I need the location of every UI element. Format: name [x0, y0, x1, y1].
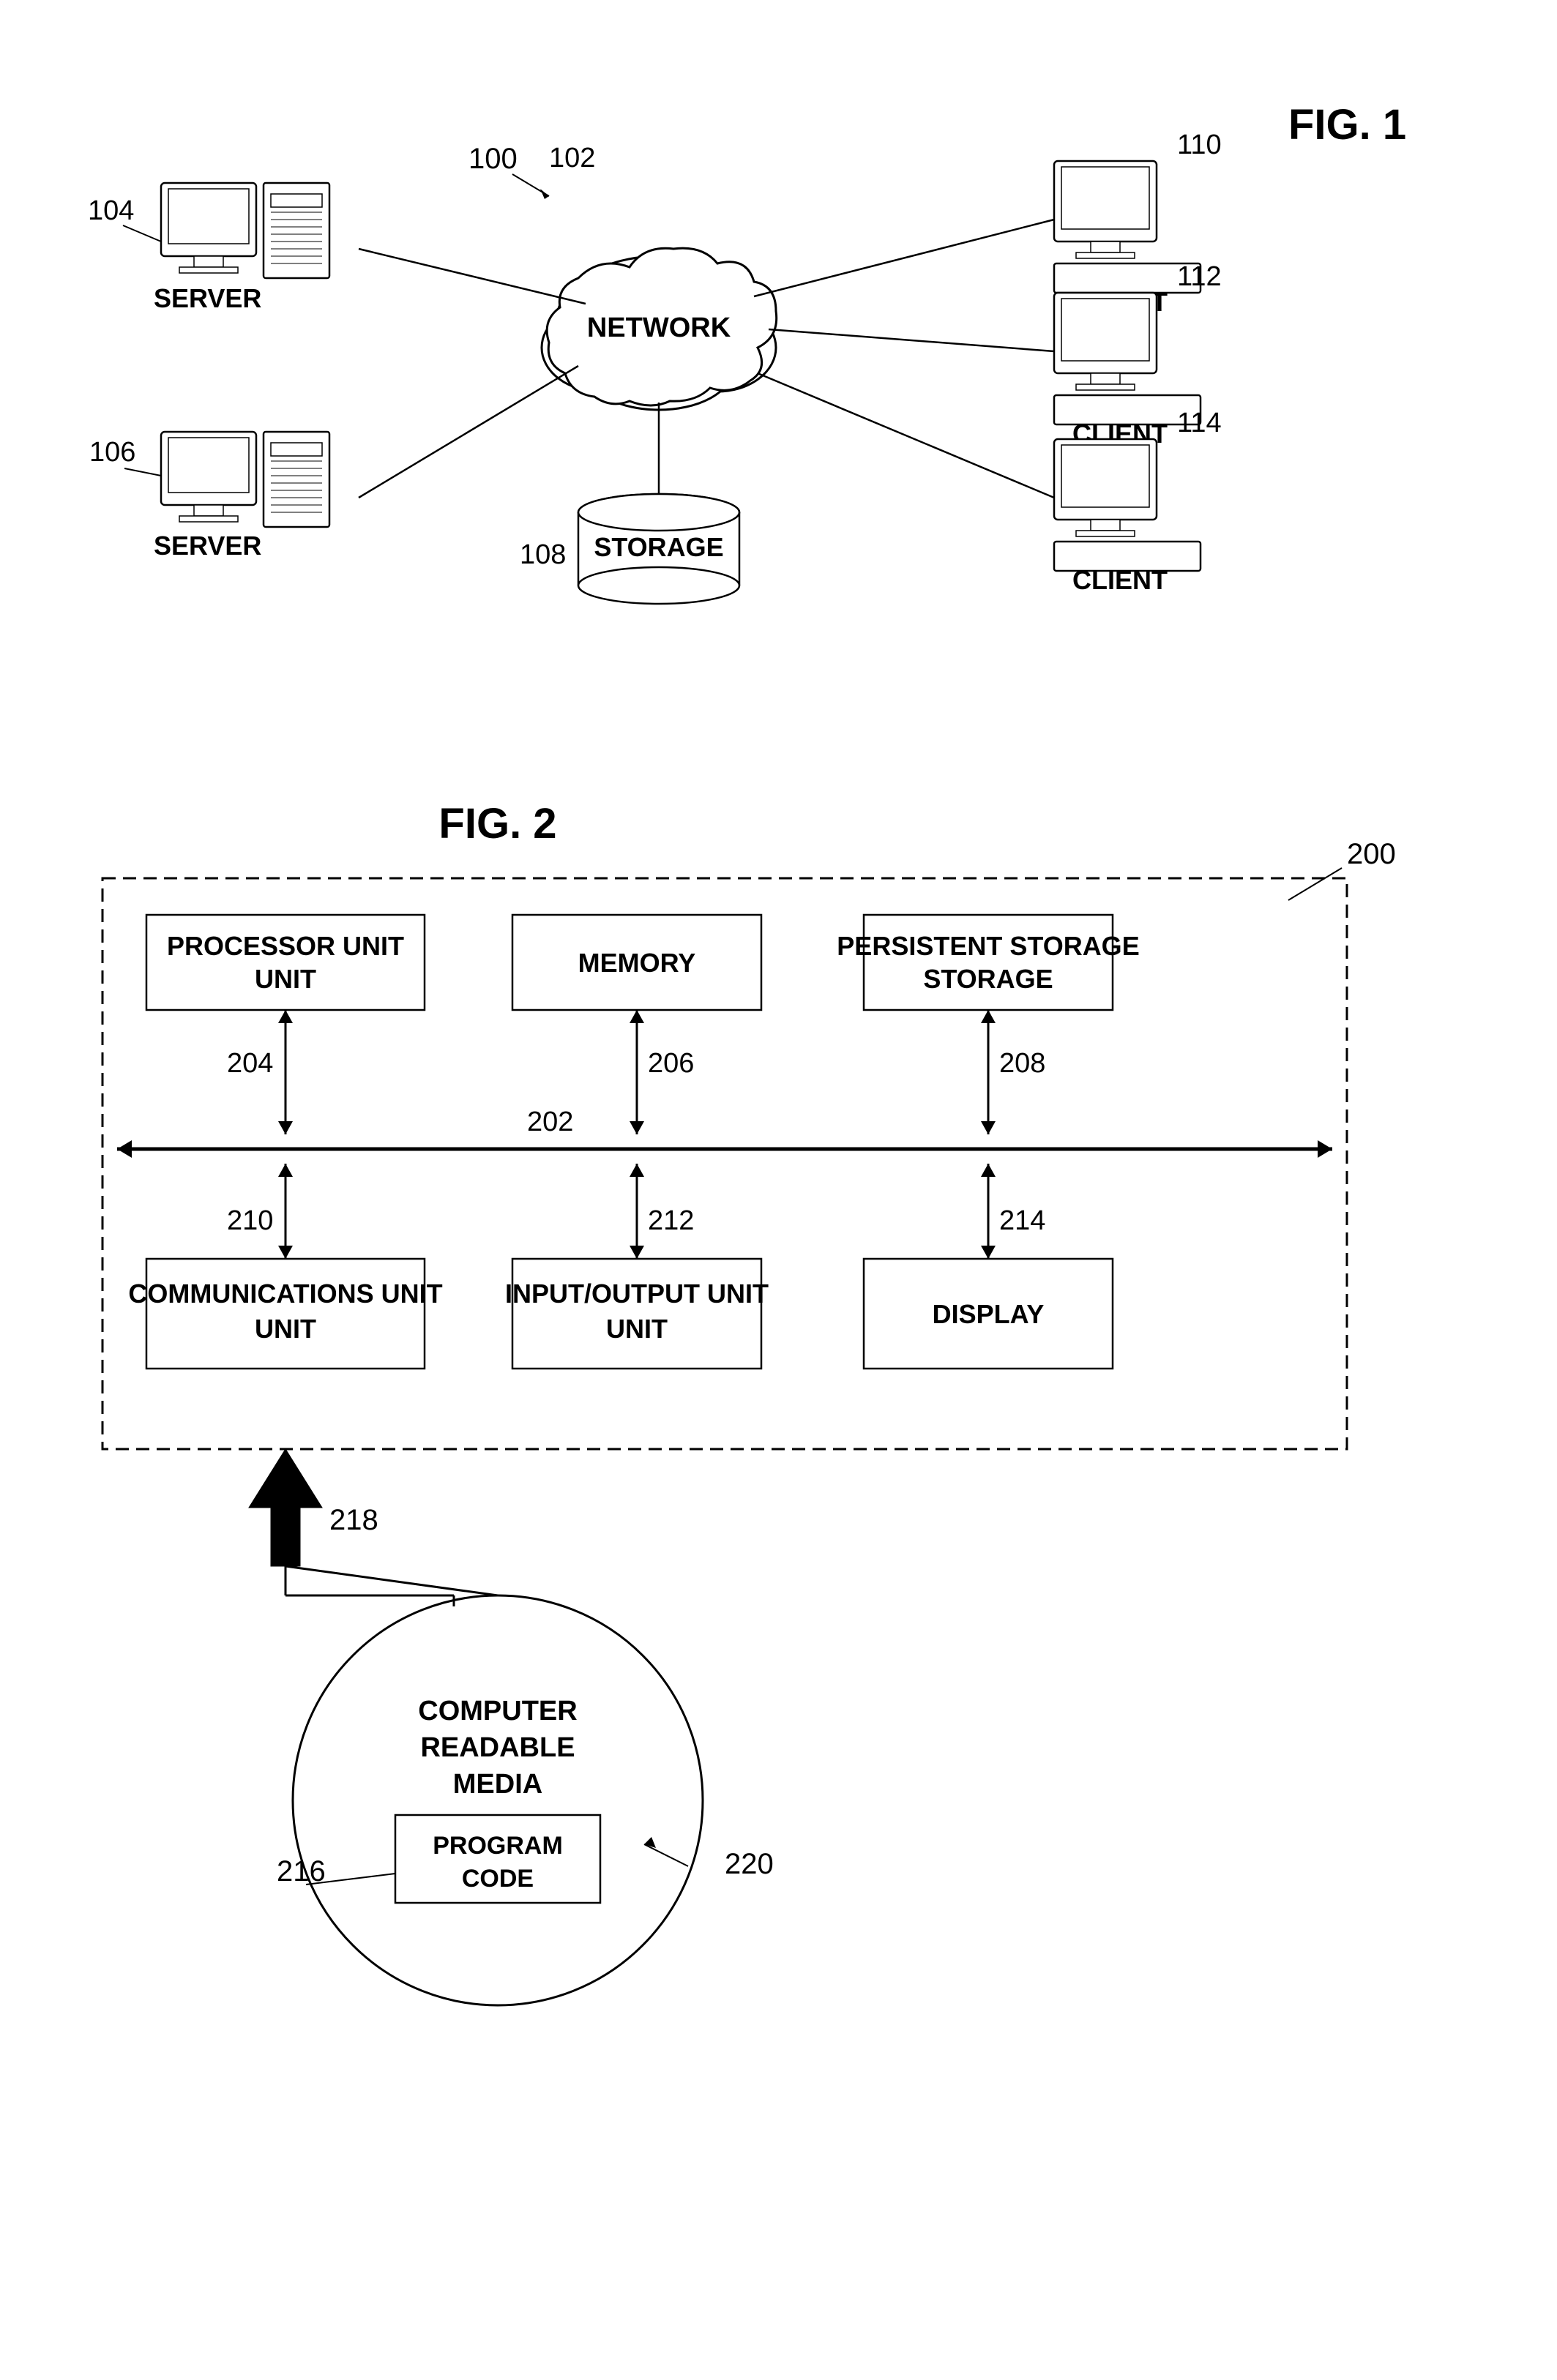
fig2-title: FIG. 2 — [438, 800, 556, 847]
ref-202: 202 — [527, 1107, 573, 1137]
svg-text:CLIENT: CLIENT — [1072, 565, 1168, 595]
server-1: SERVER — [154, 183, 329, 313]
computer-readable-media-label: COMPUTER — [418, 1696, 577, 1726]
ref-214: 214 — [999, 1205, 1045, 1236]
svg-text:STORAGE: STORAGE — [594, 532, 723, 562]
communications-unit-label: COMMUNICATIONS UNIT — [128, 1279, 442, 1309]
svg-text:SERVER: SERVER — [154, 531, 261, 561]
ref-206: 206 — [648, 1048, 694, 1079]
processor-unit-label: PROCESSOR UNIT — [167, 931, 404, 961]
display-label: DISPLAY — [933, 1299, 1045, 1329]
ref-220: 220 — [725, 1848, 774, 1880]
svg-text:112: 112 — [1177, 261, 1222, 292]
ref-208: 208 — [999, 1048, 1045, 1079]
svg-text:READABLE: READABLE — [420, 1732, 575, 1763]
svg-text:110: 110 — [1177, 130, 1222, 160]
page: FIG. 1 100 NETWORK 102 — [0, 0, 1557, 2380]
svg-text:106: 106 — [89, 437, 135, 468]
fig1-diagram: FIG. 1 100 NETWORK 102 — [44, 88, 1493, 732]
fig1-title: FIG. 1 — [1288, 101, 1406, 149]
memory-label: MEMORY — [578, 948, 696, 978]
ref-210: 210 — [227, 1205, 273, 1236]
svg-text:MEDIA: MEDIA — [453, 1769, 542, 1800]
svg-text:SERVER: SERVER — [154, 283, 261, 313]
input-output-unit-label: INPUT/OUTPUT UNIT — [505, 1279, 769, 1309]
ref-100: 100 — [468, 143, 518, 175]
svg-text:102: 102 — [549, 143, 595, 173]
program-code-label: PROGRAM — [433, 1832, 563, 1860]
ref-200: 200 — [1347, 838, 1396, 870]
svg-text:UNIT: UNIT — [606, 1314, 668, 1344]
svg-text:114: 114 — [1177, 408, 1222, 438]
svg-text:STORAGE: STORAGE — [923, 964, 1053, 994]
svg-text:NETWORK: NETWORK — [587, 313, 731, 343]
svg-text:108: 108 — [520, 539, 566, 570]
ref-204: 204 — [227, 1048, 273, 1079]
fig2-diagram: FIG. 2 200 PROCESSOR UNIT UNIT MEMORY PE… — [44, 790, 1508, 2327]
persistent-storage-label: PERSISTENT STORAGE — [837, 931, 1139, 961]
svg-text:UNIT: UNIT — [255, 964, 316, 994]
svg-text:UNIT: UNIT — [255, 1314, 316, 1344]
ref-218: 218 — [329, 1504, 378, 1536]
storage: STORAGE 108 — [520, 494, 739, 604]
network-cloud: NETWORK 102 — [542, 143, 777, 410]
ref-212: 212 — [648, 1205, 694, 1236]
svg-text:CODE: CODE — [462, 1865, 534, 1893]
svg-text:104: 104 — [88, 195, 134, 226]
server-2: SERVER — [154, 432, 329, 561]
